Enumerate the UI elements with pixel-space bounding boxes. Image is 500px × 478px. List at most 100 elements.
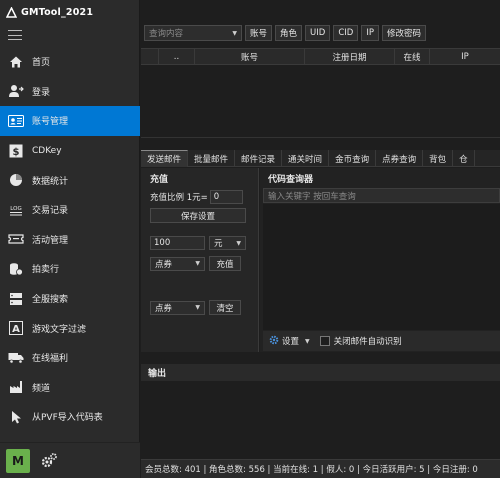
profile-badge[interactable]: M: [6, 448, 30, 473]
column-header-register-date[interactable]: 注册日期: [305, 49, 395, 64]
checkbox-box[interactable]: [319, 336, 330, 346]
sidebar-item-label: 从PVF导入代码表: [32, 413, 103, 424]
app-title: GMTool_2021: [21, 6, 94, 18]
tab-inventory[interactable]: 背包: [423, 150, 454, 167]
clear-button[interactable]: 清空: [209, 300, 241, 315]
column-header-online[interactable]: 在线: [395, 49, 430, 64]
tab-coupon-query[interactable]: 点券查询: [376, 150, 424, 167]
text-filter-icon: A: [8, 320, 24, 336]
coins-icon: [8, 261, 24, 277]
sidebar-item-login[interactable]: 登录: [0, 77, 140, 107]
code-query-input[interactable]: 输入关键字 按回车查询: [263, 188, 500, 203]
sidebar-nav: 首页 登录 账号管理 $ CDKey 数据统计 LOG 交易记录 活动管理 拍卖…: [0, 47, 140, 432]
sidebar-item-account-management[interactable]: 账号管理: [0, 106, 140, 136]
tab-batch-mail[interactable]: 批量邮件: [188, 150, 236, 167]
sidebar-item-online-rewards[interactable]: 在线福利: [0, 343, 140, 373]
sidebar-item-label: 游戏文字过滤: [32, 324, 87, 335]
chevron-down-icon: ▼: [236, 239, 241, 247]
column-header-account[interactable]: 账号: [195, 49, 305, 64]
unit-select[interactable]: 元 ▼: [209, 236, 246, 250]
gears-icon[interactable]: [40, 452, 58, 470]
column-header-row-select: [141, 49, 159, 64]
title-bar: GMTool_2021: [0, 0, 140, 24]
ratio-input[interactable]: 0: [209, 190, 243, 204]
code-result-area[interactable]: [263, 204, 500, 330]
clear-type-select[interactable]: 点券 ▼: [150, 300, 205, 315]
search-by-role-button[interactable]: 角色: [275, 25, 303, 41]
recharge-type-row: 点券 ▼ 充值: [150, 256, 241, 271]
tab-gold-query[interactable]: 金币查询: [329, 150, 377, 167]
clear-type-value: 点券: [155, 303, 173, 314]
user-login-icon: [8, 83, 24, 99]
gear-icon: [269, 335, 279, 348]
sidebar-item-trade-records[interactable]: LOG 交易记录: [0, 195, 140, 225]
settings-label: 设置: [282, 337, 300, 347]
account-table-body[interactable]: [141, 65, 500, 138]
svg-text:A: A: [12, 324, 20, 335]
sidebar: GMTool_2021 首页 登录 账号管理 $ CDKey 数据统计 LOG …: [0, 0, 140, 478]
cursor-icon: [8, 409, 24, 425]
search-by-cid-button[interactable]: CID: [333, 25, 359, 41]
sidebar-item-label: 频道: [32, 383, 51, 394]
column-header-ip[interactable]: IP: [430, 49, 500, 64]
app-logo-icon: [6, 6, 17, 18]
search-by-ip-button[interactable]: IP: [361, 25, 379, 41]
disable-auto-mail-checkbox[interactable]: 关闭邮件自动识别: [319, 335, 402, 347]
sidebar-item-statistics[interactable]: 数据统计: [0, 165, 140, 195]
menu-toggle-icon[interactable]: [8, 30, 22, 40]
sidebar-item-text-filter[interactable]: A 游戏文字过滤: [0, 313, 140, 343]
sidebar-item-label: 账号管理: [32, 117, 69, 128]
unit-value: 元: [214, 239, 223, 249]
tab-storage[interactable]: 仓: [453, 150, 475, 167]
save-settings-button[interactable]: 保存设置: [150, 208, 246, 223]
sidebar-footer: M: [0, 442, 140, 478]
svg-text:$: $: [13, 147, 20, 158]
settings-dropdown[interactable]: 设置 ▼: [269, 335, 310, 348]
factory-icon: [8, 379, 24, 395]
checkbox-label: 关闭邮件自动识别: [333, 337, 402, 347]
code-query-panel: 代码查询器 输入关键字 按回车查询 设置 ▼ 关闭邮件自动识别: [260, 168, 500, 352]
sidebar-item-channel[interactable]: 频道: [0, 373, 140, 403]
amount-input[interactable]: 100: [150, 236, 205, 250]
recharge-panel: 充值 充值比例 1元= 0 保存设置 100 元 ▼ 点券 ▼ 充值 点券 ▼ …: [141, 168, 259, 352]
truck-icon: [8, 350, 24, 366]
sidebar-item-home[interactable]: 首页: [0, 47, 140, 77]
sidebar-item-server-search[interactable]: 全服搜索: [0, 284, 140, 314]
sidebar-item-import-pvf[interactable]: 从PVF导入代码表: [0, 402, 140, 432]
clear-row: 点券 ▼ 清空: [150, 300, 241, 315]
search-input[interactable]: 查询内容 ▼: [144, 25, 242, 41]
currency-type-select[interactable]: 点券 ▼: [150, 256, 205, 271]
recharge-title: 充值: [150, 175, 169, 185]
gmtool-window: GMTool_2021 首页 登录 账号管理 $ CDKey 数据统计 LOG …: [0, 0, 500, 478]
sidebar-item-cdkey[interactable]: $ CDKey: [0, 136, 140, 166]
tab-bar: 发送邮件 批量邮件 邮件记录 通关时间 金币查询 点券查询 背包 仓: [141, 150, 500, 167]
sidebar-item-label: 拍卖行: [32, 265, 60, 276]
sidebar-item-label: 全服搜索: [32, 295, 69, 306]
account-table-header: .. 账号 注册日期 在线 IP: [141, 48, 500, 65]
sidebar-item-label: 数据统计: [32, 176, 69, 187]
chevron-down-icon: ▼: [232, 29, 237, 37]
sidebar-item-label: 交易记录: [32, 206, 69, 217]
search-by-uid-button[interactable]: UID: [305, 25, 331, 41]
sidebar-item-auction-house[interactable]: 拍卖行: [0, 254, 140, 284]
output-title: 输出: [141, 364, 500, 381]
tab-clear-time[interactable]: 通关时间: [282, 150, 330, 167]
sidebar-item-activity-management[interactable]: 活动管理: [0, 225, 140, 255]
status-bar: 会员总数: 401 | 角色总数: 556 | 当前在线: 1 | 假人: 0 …: [141, 459, 500, 478]
chevron-down-icon: ▼: [195, 304, 200, 311]
search-by-account-button[interactable]: 账号: [245, 25, 273, 41]
tab-send-mail[interactable]: 发送邮件: [141, 150, 189, 167]
home-icon: [8, 54, 24, 70]
code-query-footer: 设置 ▼ 关闭邮件自动识别: [263, 331, 500, 351]
sidebar-item-label: CDKey: [32, 145, 62, 156]
sidebar-item-label: 首页: [32, 58, 51, 69]
chevron-down-icon: ▼: [305, 337, 310, 345]
tab-mail-records[interactable]: 邮件记录: [235, 150, 283, 167]
dollar-icon: $: [8, 143, 24, 159]
sidebar-item-label: 登录: [32, 87, 51, 98]
server-search-icon: [8, 291, 24, 307]
output-area[interactable]: [141, 381, 500, 459]
recharge-button[interactable]: 充值: [209, 256, 241, 271]
column-header-dots[interactable]: ..: [159, 49, 195, 64]
change-password-button[interactable]: 修改密码: [381, 25, 426, 41]
